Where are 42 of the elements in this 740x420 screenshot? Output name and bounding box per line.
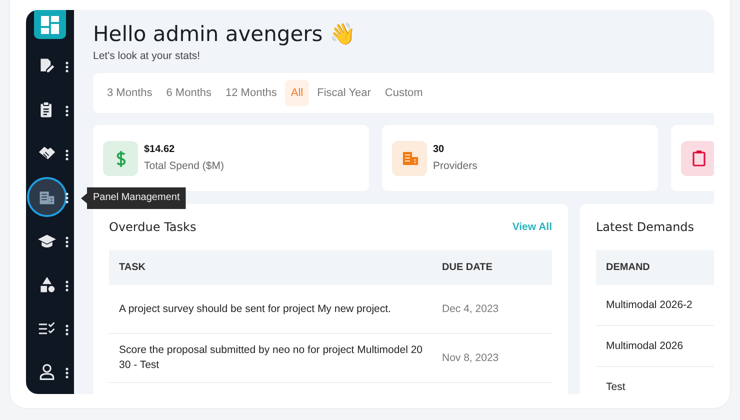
building-icon [400,149,418,167]
more-icon[interactable] [65,148,69,161]
task-cell-text: Score the proposal submitted by neo no for project Multimodel 2030 - Test [118,343,424,373]
greeting-title: Hello admin avengers 👋 [93,22,356,46]
demand-cell: Multimodal 2026 [606,340,684,352]
due-date-cell: Nov 8, 2023 [441,352,499,364]
period-tab[interactable]: All [284,80,310,106]
more-icon[interactable] [65,236,69,248]
demand-cell: Test [606,381,626,393]
shapes-icon [38,276,56,294]
more-icon[interactable] [65,104,69,117]
demand-cell: Multimodal 2026-2 [606,299,692,311]
task-cell-text: A project survey should be sent for project My new project. [118,302,392,316]
more-icon[interactable] [65,367,69,380]
stat-label: Total Spend ($M) [144,160,224,172]
more-icon[interactable] [65,324,69,336]
due-date-cell: Dec 4, 2023 [441,303,499,315]
more-icon[interactable] [65,61,69,74]
clipboard-icon [690,149,708,167]
subtitle: Let's look at your stats! [93,50,202,62]
stat-value: 30 [433,144,446,155]
card-title: Overdue Tasks [109,220,196,234]
period-tab[interactable]: Fiscal Year [311,80,377,106]
tooltip: Panel Management [81,187,186,210]
stat-value: $14.62 [144,144,176,155]
period-tab[interactable]: 12 Months [220,80,283,106]
card-title: Latest Demands [596,220,694,234]
period-tab[interactable]: 6 Months [160,80,218,106]
stat-label: Providers [433,160,478,172]
edit-icon [38,57,56,76]
period-tab[interactable]: 3 Months [101,80,158,106]
dashboard-icon [41,16,59,34]
more-icon[interactable] [65,192,69,204]
period-tab[interactable]: Custom [378,80,429,106]
dashboard-logo-button[interactable] [34,10,66,40]
user-icon [38,363,56,382]
view-all-link[interactable]: View All [512,221,552,233]
nav-item[interactable] [27,177,67,218]
more-icon[interactable] [65,280,69,292]
column-header: DEMAND [605,262,651,273]
column-header: TASK [118,262,146,273]
column-header: DUE DATE [441,262,492,273]
